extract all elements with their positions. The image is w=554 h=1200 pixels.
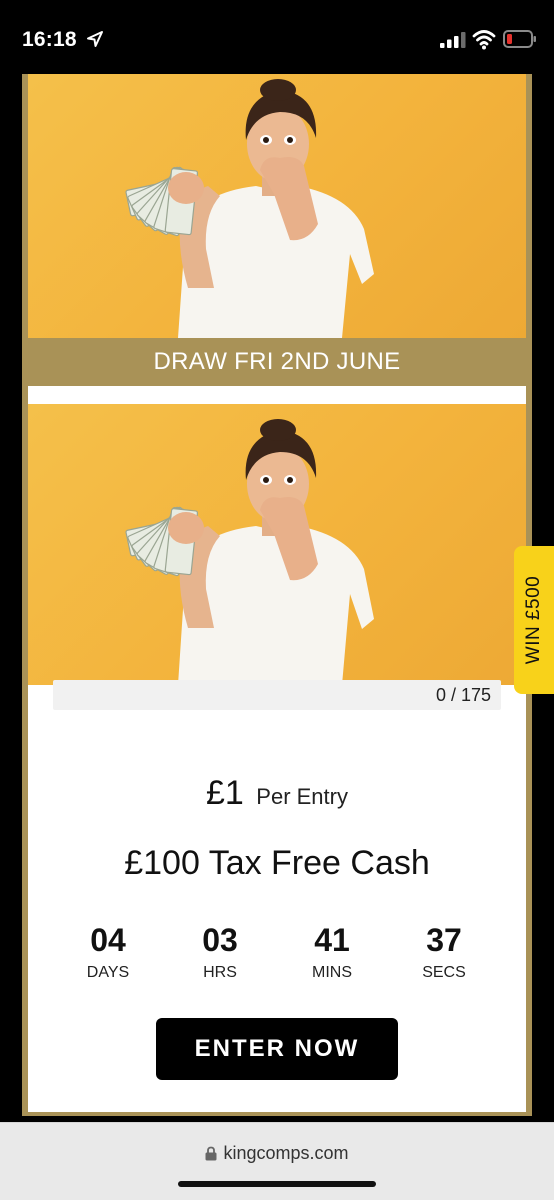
competition-frame: DRAW FRI 2ND JUNE 0 / 175 £1 Per Entry £…	[22, 74, 532, 1116]
enter-now-button[interactable]: ENTER NOW	[156, 1018, 398, 1080]
prize-photo[interactable]	[28, 404, 526, 685]
entry-price-suffix: Per Entry	[256, 784, 348, 809]
status-time: 16:18	[22, 28, 77, 51]
previous-competition-card[interactable]: DRAW FRI 2ND JUNE	[28, 74, 526, 404]
competition-card: 0 / 175 £1 Per Entry £100 Tax Free Cash …	[28, 404, 526, 1112]
win-500-side-tab[interactable]: WIN £500	[514, 546, 554, 694]
battery-low-icon	[503, 30, 536, 48]
prize-title: £100 Tax Free Cash	[124, 844, 430, 882]
countdown-minutes-value: 41	[314, 922, 350, 958]
countdown-seconds-value: 37	[426, 922, 462, 958]
countdown-hours: 03 HRS	[178, 922, 262, 982]
entry-price-amount: £1	[206, 774, 244, 812]
browser-address-bar[interactable]: kingcomps.com	[0, 1122, 554, 1200]
countdown-days-value: 04	[90, 922, 126, 958]
countdown-minutes-label: MINS	[312, 964, 352, 981]
url-row[interactable]: kingcomps.com	[0, 1143, 554, 1164]
win-tab-label: WIN £500	[523, 575, 544, 665]
location-arrow-icon	[87, 31, 103, 47]
countdown-seconds-label: SECS	[422, 964, 466, 981]
woman-holding-cash-image	[125, 79, 374, 338]
entries-progress-text: 0 / 175	[435, 685, 491, 705]
woman-holding-cash-image	[125, 419, 374, 685]
countdown-days: 04 DAYS	[66, 922, 150, 982]
countdown-timer: 04 DAYS 03 HRS 41 MINS 37 SECS	[66, 922, 486, 982]
draw-date-banner: DRAW FRI 2ND JUNE	[28, 338, 526, 386]
countdown-days-label: DAYS	[86, 964, 130, 981]
countdown-hours-label: HRS	[203, 964, 237, 981]
status-bar: 16:18	[0, 0, 554, 74]
home-indicator[interactable]	[178, 1181, 376, 1187]
url-text: kingcomps.com	[223, 1143, 349, 1163]
countdown-minutes: 41 MINS	[290, 922, 374, 982]
countdown-seconds: 37 SECS	[402, 922, 486, 982]
entry-price: £1 Per Entry	[28, 774, 526, 813]
wifi-icon	[472, 30, 496, 50]
entries-progress-bar: 0 / 175	[53, 680, 501, 710]
lock-icon	[205, 1146, 217, 1161]
cellular-signal-icon	[440, 32, 466, 48]
prize-photo[interactable]	[28, 74, 526, 338]
countdown-hours-value: 03	[202, 922, 238, 958]
